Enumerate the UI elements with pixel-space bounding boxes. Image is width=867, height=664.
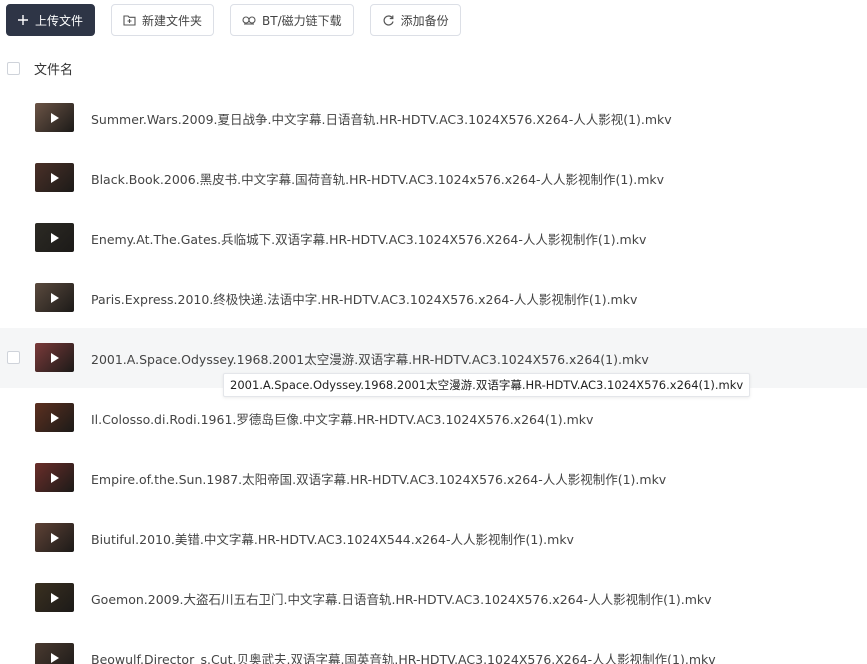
file-name[interactable]: Black.Book.2006.黑皮书.中文字幕.国荷音轨.HR-HDTV.AC… <box>91 169 664 188</box>
video-thumbnail[interactable] <box>35 583 74 612</box>
new-folder-icon <box>123 14 136 26</box>
file-name[interactable]: Empire.of.the.Sun.1987.太阳帝国.双语字幕.HR-HDTV… <box>91 469 666 488</box>
file-row[interactable]: Black.Book.2006.黑皮书.中文字幕.国荷音轨.HR-HDTV.AC… <box>0 148 867 208</box>
file-name[interactable]: Goemon.2009.大盗石川五右卫门.中文字幕.日语音轨.HR-HDTV.A… <box>91 589 712 608</box>
add-backup-button-label: 添加备份 <box>400 13 449 28</box>
filename-tooltip: 2001.A.Space.Odyssey.1968.2001太空漫游.双语字幕.… <box>223 373 751 397</box>
magnet-icon <box>242 14 256 26</box>
add-backup-button[interactable]: 添加备份 <box>369 4 461 36</box>
play-icon <box>50 292 59 303</box>
file-name[interactable]: Beowulf.Director_s.Cut.贝奥武夫.双语字幕.国英音轨.HR… <box>91 649 716 664</box>
video-thumbnail[interactable] <box>35 283 74 312</box>
video-thumbnail[interactable] <box>35 403 74 432</box>
new-folder-button-label: 新建文件夹 <box>142 13 203 28</box>
play-icon <box>50 232 59 243</box>
play-icon <box>50 532 59 543</box>
play-icon <box>50 172 59 183</box>
filename-column-header[interactable]: 文件名 <box>34 59 73 78</box>
video-thumbnail[interactable] <box>35 223 74 252</box>
bt-magnet-download-button[interactable]: BT/磁力链下载 <box>230 4 354 36</box>
upload-button-label: 上传文件 <box>35 13 84 28</box>
file-row[interactable]: Beowulf.Director_s.Cut.贝奥武夫.双语字幕.国英音轨.HR… <box>0 628 867 664</box>
file-name[interactable]: Paris.Express.2010.终极快递.法语中字.HR-HDTV.AC3… <box>91 289 637 308</box>
video-thumbnail[interactable] <box>35 523 74 552</box>
select-all-checkbox[interactable] <box>7 61 20 75</box>
file-name[interactable]: 2001.A.Space.Odyssey.1968.2001太空漫游.双语字幕.… <box>91 349 649 368</box>
plus-icon <box>17 14 29 26</box>
play-icon <box>50 592 59 603</box>
sync-icon <box>382 14 395 27</box>
file-row[interactable]: Paris.Express.2010.终极快递.法语中字.HR-HDTV.AC3… <box>0 268 867 328</box>
video-thumbnail[interactable] <box>35 103 74 132</box>
file-row[interactable]: Enemy.At.The.Gates.兵临城下.双语字幕.HR-HDTV.AC3… <box>0 208 867 268</box>
video-thumbnail[interactable] <box>35 343 74 372</box>
play-icon <box>50 352 59 363</box>
play-icon <box>50 472 59 483</box>
bt-magnet-download-button-label: BT/磁力链下载 <box>262 13 342 28</box>
file-name[interactable]: Summer.Wars.2009.夏日战争.中文字幕.日语音轨.HR-HDTV.… <box>91 109 672 128</box>
play-icon <box>50 112 59 123</box>
upload-button[interactable]: 上传文件 <box>6 4 96 36</box>
video-thumbnail[interactable] <box>35 643 74 664</box>
file-row-checkbox[interactable] <box>7 351 20 364</box>
list-header: 文件名 <box>0 52 867 84</box>
file-name[interactable]: Biutiful.2010.美错.中文字幕.HR-HDTV.AC3.1024X5… <box>91 529 574 548</box>
play-icon <box>50 652 59 663</box>
file-name[interactable]: Enemy.At.The.Gates.兵临城下.双语字幕.HR-HDTV.AC3… <box>91 229 646 248</box>
file-row[interactable]: Goemon.2009.大盗石川五右卫门.中文字幕.日语音轨.HR-HDTV.A… <box>0 568 867 628</box>
video-thumbnail[interactable] <box>35 163 74 192</box>
file-row[interactable]: Summer.Wars.2009.夏日战争.中文字幕.日语音轨.HR-HDTV.… <box>0 88 867 148</box>
toolbar: 上传文件 新建文件夹 BT/磁力链下载 添加备份 <box>6 4 461 36</box>
file-row[interactable]: Empire.of.the.Sun.1987.太阳帝国.双语字幕.HR-HDTV… <box>0 448 867 508</box>
file-name[interactable]: Il.Colosso.di.Rodi.1961.罗德岛巨像.中文字幕.HR-HD… <box>91 409 593 428</box>
file-row[interactable]: Biutiful.2010.美错.中文字幕.HR-HDTV.AC3.1024X5… <box>0 508 867 568</box>
play-icon <box>50 412 59 423</box>
new-folder-button[interactable]: 新建文件夹 <box>111 4 215 36</box>
file-row[interactable]: Il.Colosso.di.Rodi.1961.罗德岛巨像.中文字幕.HR-HD… <box>0 388 867 448</box>
video-thumbnail[interactable] <box>35 463 74 492</box>
